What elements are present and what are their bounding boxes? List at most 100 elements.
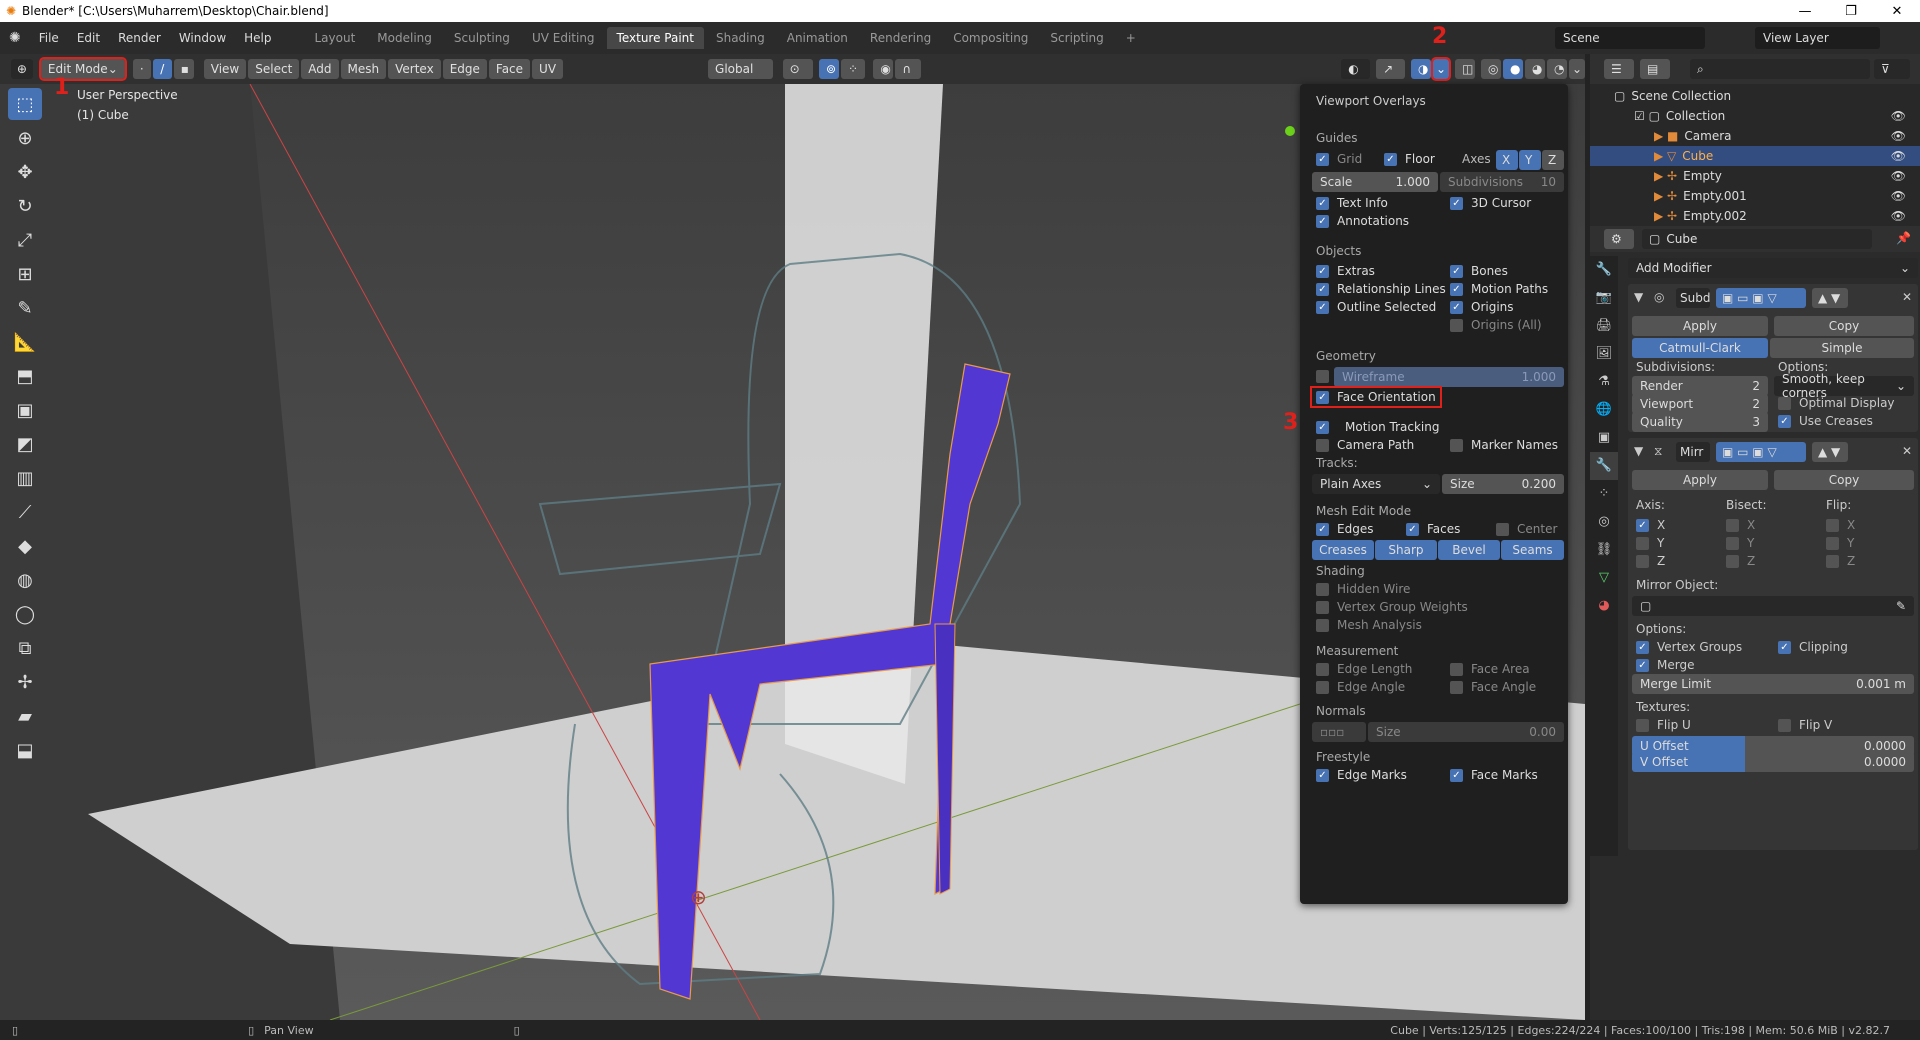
smooth-icon[interactable]: ◯ xyxy=(8,598,42,630)
subd-name-field[interactable]: Subd xyxy=(1676,288,1710,308)
wireframe-slider[interactable]: Wireframe 1.000 xyxy=(1334,367,1564,387)
overlays-icon[interactable]: ◑ xyxy=(1411,59,1431,79)
motion-paths-checkbox[interactable]: ✓ Motion Paths xyxy=(1450,282,1548,296)
proportional-edit-icon[interactable]: ◉ xyxy=(873,59,894,79)
snap-target-icon[interactable]: ⁘ xyxy=(840,59,866,79)
tab-sculpting[interactable]: Sculpting xyxy=(444,27,520,49)
grid-checkbox[interactable]: ✓ Grid xyxy=(1316,152,1362,166)
scale-icon[interactable]: ⤢ xyxy=(8,224,42,256)
properties-editor-icon[interactable]: ⚙ xyxy=(1604,229,1634,249)
object-tab-icon[interactable]: ▣ xyxy=(1590,424,1618,452)
collapse-icon[interactable]: ▼ xyxy=(1634,290,1643,304)
vertex-group-weights-checkbox[interactable]: Vertex Group Weights xyxy=(1316,600,1468,614)
merge-checkbox[interactable]: ✓ Merge xyxy=(1636,658,1694,672)
relationship-lines-checkbox[interactable]: ✓ Relationship Lines xyxy=(1316,282,1446,296)
scene-tab-icon[interactable]: ⚗ xyxy=(1590,368,1618,396)
collection-row[interactable]: ☑ ▢ Collection 👁 xyxy=(1590,106,1920,126)
axis-x-checkbox[interactable]: ✓ X xyxy=(1636,518,1665,532)
pivot-icon[interactable]: ⊙ xyxy=(782,59,813,79)
axis-y-toggle[interactable]: Y xyxy=(1519,150,1541,170)
blender-menu-icon[interactable]: ✺ xyxy=(0,30,30,46)
snap-icon[interactable]: ⊚ xyxy=(818,59,839,79)
falloff-icon[interactable]: ∩ xyxy=(895,59,922,79)
particles-tab-icon[interactable]: ⁘ xyxy=(1590,480,1618,508)
tab-scripting[interactable]: Scripting xyxy=(1040,27,1113,49)
menu-window[interactable]: Window xyxy=(170,31,235,45)
center-checkbox[interactable]: Center xyxy=(1496,522,1557,536)
mirror-copy-button[interactable]: Copy xyxy=(1774,470,1914,490)
shading-options-icon[interactable]: ⌄ xyxy=(1569,59,1585,79)
faces-checkbox[interactable]: ✓ Faces xyxy=(1406,522,1460,536)
move-icon[interactable]: ✥ xyxy=(8,156,42,188)
bisect-x-checkbox[interactable]: X xyxy=(1726,518,1755,532)
display-mode-icon[interactable]: ▤ xyxy=(1640,59,1670,79)
minimize-button[interactable]: — xyxy=(1782,4,1828,19)
axis-z-checkbox[interactable]: Z xyxy=(1636,554,1665,568)
knife-icon[interactable]: ⟋ xyxy=(8,496,42,528)
close-button[interactable]: ✕ xyxy=(1874,4,1920,19)
eyedropper-icon[interactable]: ✎ xyxy=(1896,599,1906,613)
edge-select-icon[interactable]: / xyxy=(153,59,172,79)
subd-copy-button[interactable]: Copy xyxy=(1774,316,1914,336)
flip-z-checkbox[interactable]: Z xyxy=(1826,554,1855,568)
outliner-search-input[interactable]: ⌕ xyxy=(1690,59,1870,79)
motion-tracking-checkbox[interactable]: ✓ Motion Tracking xyxy=(1316,420,1439,434)
filter-icon[interactable]: ⊽ xyxy=(1874,59,1910,79)
sharp-toggle[interactable]: Sharp xyxy=(1375,540,1437,560)
origins-checkbox[interactable]: ✓ Origins xyxy=(1450,300,1514,314)
scale-field[interactable]: Scale 1.000 xyxy=(1312,172,1438,192)
gizmo-icon[interactable]: ↗ xyxy=(1376,59,1405,79)
viewport-levels-field[interactable]: Viewport 2 xyxy=(1632,394,1768,414)
bevel-icon[interactable]: ◩ xyxy=(8,428,42,460)
axis-y-checkbox[interactable]: Y xyxy=(1636,536,1664,550)
tab-modeling[interactable]: Modeling xyxy=(367,27,442,49)
rotate-icon[interactable]: ↻ xyxy=(8,190,42,222)
axis-x-toggle[interactable]: X xyxy=(1496,150,1518,170)
inset-icon[interactable]: ▣ xyxy=(8,394,42,426)
annotate-icon[interactable]: ✎ xyxy=(8,292,42,324)
v-offset-field[interactable]: V Offset 0.0000 xyxy=(1632,752,1914,772)
subd-apply-button[interactable]: Apply xyxy=(1632,316,1768,336)
tool-tab-icon[interactable]: 🔧 xyxy=(1590,256,1618,284)
flip-u-checkbox[interactable]: Flip U xyxy=(1636,718,1691,732)
pin-icon[interactable]: 📌 xyxy=(1896,231,1911,245)
vertex-select-icon[interactable]: · xyxy=(132,59,152,79)
menu-render[interactable]: Render xyxy=(109,31,170,45)
face-area-checkbox[interactable]: Face Area xyxy=(1450,662,1530,676)
track-size-field[interactable]: Size 0.200 xyxy=(1442,474,1564,494)
editor-type-icon[interactable]: ⊕ xyxy=(10,59,33,79)
menu-add[interactable]: Add xyxy=(301,59,339,79)
rip-region-icon[interactable]: ⬓ xyxy=(8,734,42,766)
menu-view[interactable]: View xyxy=(203,59,247,79)
annotations-checkbox[interactable]: ✓ Annotations xyxy=(1316,214,1409,228)
simple-toggle[interactable]: Simple xyxy=(1770,338,1914,358)
menu-vertex[interactable]: Vertex xyxy=(388,59,441,79)
poly-build-icon[interactable]: ◆ xyxy=(8,530,42,562)
flip-y-checkbox[interactable]: Y xyxy=(1826,536,1854,550)
view-layer-selector[interactable]: View Layer xyxy=(1755,27,1880,49)
scene-collection-row[interactable]: ▢ Scene Collection xyxy=(1590,86,1920,106)
edge-angle-checkbox[interactable]: Edge Angle xyxy=(1316,680,1405,694)
merge-limit-field[interactable]: Merge Limit 0.001 m xyxy=(1632,674,1914,694)
outliner-item-empty[interactable]: ▶ ✢ Empty 👁 xyxy=(1590,166,1920,186)
menu-uv[interactable]: UV xyxy=(532,59,564,79)
wireframe-shading-icon[interactable]: ◎ xyxy=(1481,59,1501,79)
add-modifier-dropdown[interactable]: Add Modifier ⌄ xyxy=(1628,258,1918,278)
hidden-wire-checkbox[interactable]: Hidden Wire xyxy=(1316,582,1410,596)
outliner-item-empty-002[interactable]: ▶ ✢ Empty.002 👁 xyxy=(1590,206,1920,226)
visibility-icon[interactable]: ◐ xyxy=(1341,59,1371,79)
tab-shading[interactable]: Shading xyxy=(706,27,775,49)
edge-length-checkbox[interactable]: Edge Length xyxy=(1316,662,1412,676)
menu-file[interactable]: File xyxy=(30,31,68,45)
menu-help[interactable]: Help xyxy=(235,31,280,45)
origins-all-checkbox[interactable]: Origins (All) xyxy=(1450,318,1542,332)
axis-z-toggle[interactable]: Z xyxy=(1542,150,1564,170)
extrude-icon[interactable]: ⬒ xyxy=(8,360,42,392)
catmull-clark-toggle[interactable]: Catmull-Clark xyxy=(1632,338,1768,358)
shrink-fatten-icon[interactable]: ✢ xyxy=(8,666,42,698)
face-select-icon[interactable]: ▪ xyxy=(173,59,194,79)
measure-icon[interactable]: 📐 xyxy=(8,326,42,358)
uv-smooth-dropdown[interactable]: Smooth, keep corners ⌄ xyxy=(1774,372,1914,400)
transform-orientation-dropdown[interactable]: Global xyxy=(708,59,773,79)
outliner-item-empty-001[interactable]: ▶ ✢ Empty.001 👁 xyxy=(1590,186,1920,206)
